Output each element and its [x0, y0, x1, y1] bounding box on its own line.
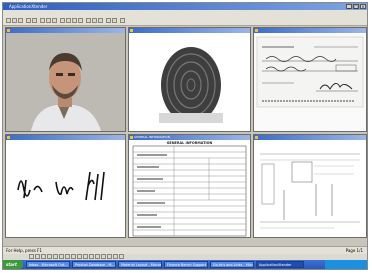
pen-icon[interactable]	[29, 254, 34, 259]
pane-check[interactable]	[253, 27, 367, 132]
task-applicationxtender[interactable]: ApplicationXtender	[256, 261, 304, 268]
taskbar: start Inbox - Microsoft Out... Product D…	[3, 260, 367, 269]
open-icon[interactable]	[12, 18, 17, 23]
pane-signature[interactable]	[5, 134, 126, 238]
status-help-text: For Help, press F1	[6, 248, 43, 253]
print-icon[interactable]	[26, 18, 31, 23]
crop-icon[interactable]	[101, 254, 106, 259]
annotate-icon[interactable]	[86, 18, 91, 23]
fingerprint-image	[129, 33, 250, 131]
document-icon	[130, 29, 133, 32]
thumbnail-icon[interactable]	[119, 254, 124, 259]
eraser-icon[interactable]	[83, 254, 88, 259]
highlight-icon[interactable]	[92, 18, 97, 23]
help-icon[interactable]	[120, 18, 125, 23]
task-product-database[interactable]: Product Database - M...	[72, 261, 116, 268]
document-icon	[255, 29, 258, 32]
task-material-layout[interactable]: Material Layout - Microsoft	[118, 261, 162, 268]
hand-icon[interactable]	[95, 254, 100, 259]
maximize-button[interactable]: □	[353, 4, 359, 9]
zoom-in-icon[interactable]	[40, 18, 45, 23]
document-icon	[130, 136, 133, 139]
select-icon[interactable]	[89, 254, 94, 259]
task-inbox[interactable]: Inbox - Microsoft Out...	[26, 261, 70, 268]
window-title: ApplicationXtender	[9, 4, 48, 9]
save-icon[interactable]	[18, 18, 23, 23]
text-icon[interactable]	[98, 18, 103, 23]
check-image	[254, 33, 366, 131]
zoom-out-icon[interactable]	[46, 18, 51, 23]
line-icon[interactable]	[35, 254, 40, 259]
app-window: ApplicationXtender _ □ × FileEditViewDoc…	[2, 2, 368, 270]
scan-icon[interactable]	[32, 18, 37, 23]
ellipse-icon[interactable]	[47, 254, 52, 259]
arrow-icon[interactable]	[53, 254, 58, 259]
menu-bar: FileEditViewDocumentPageToolsAnnotateUti…	[3, 10, 367, 26]
portrait-image	[6, 33, 125, 131]
pane-form[interactable]: GENERAL INFORMATION GENERAL INFORMATION	[128, 134, 251, 238]
signature-image	[6, 140, 125, 237]
new-icon[interactable]	[6, 18, 11, 23]
status-bar: For Help, press F1 Page 1/1	[3, 246, 367, 254]
previous-page-icon[interactable]	[66, 18, 71, 23]
task-finance-bench[interactable]: Finance Bench Support - M...	[164, 261, 208, 268]
title-bar: ApplicationXtender _ □ ×	[3, 3, 367, 10]
document-icon	[255, 136, 258, 139]
minimize-button[interactable]: _	[346, 4, 352, 9]
last-page-icon[interactable]	[78, 18, 83, 23]
highlighter-icon[interactable]	[77, 254, 82, 259]
pane-document[interactable]	[253, 134, 367, 238]
pane-photo[interactable]	[5, 27, 126, 132]
pane-fingerprint[interactable]	[128, 27, 251, 132]
tile-icon[interactable]	[106, 18, 111, 23]
rectangle-icon[interactable]	[41, 254, 46, 259]
pane-title: GENERAL INFORMATION	[134, 135, 171, 139]
fit-width-icon[interactable]	[107, 254, 112, 259]
redact-icon[interactable]	[71, 254, 76, 259]
cascade-icon[interactable]	[112, 18, 117, 23]
system-tray	[325, 260, 367, 269]
note-icon[interactable]	[65, 254, 70, 259]
form-image	[132, 145, 247, 237]
pane-title-bar: GENERAL INFORMATION	[129, 135, 250, 140]
first-page-icon[interactable]	[60, 18, 65, 23]
status-page-indicator: Page 1/1	[345, 248, 363, 253]
document-icon	[7, 136, 10, 139]
task-goto-links[interactable]: Go-to's and Links - Microsoft	[210, 261, 254, 268]
stamp-icon[interactable]	[59, 254, 64, 259]
document-image	[254, 140, 366, 237]
close-button[interactable]: ×	[360, 4, 366, 9]
rotate-icon[interactable]	[52, 18, 57, 23]
toolbar	[3, 17, 367, 26]
start-button[interactable]: start	[3, 260, 23, 269]
fit-page-icon[interactable]	[113, 254, 118, 259]
document-icon	[7, 29, 10, 32]
next-page-icon[interactable]	[72, 18, 77, 23]
